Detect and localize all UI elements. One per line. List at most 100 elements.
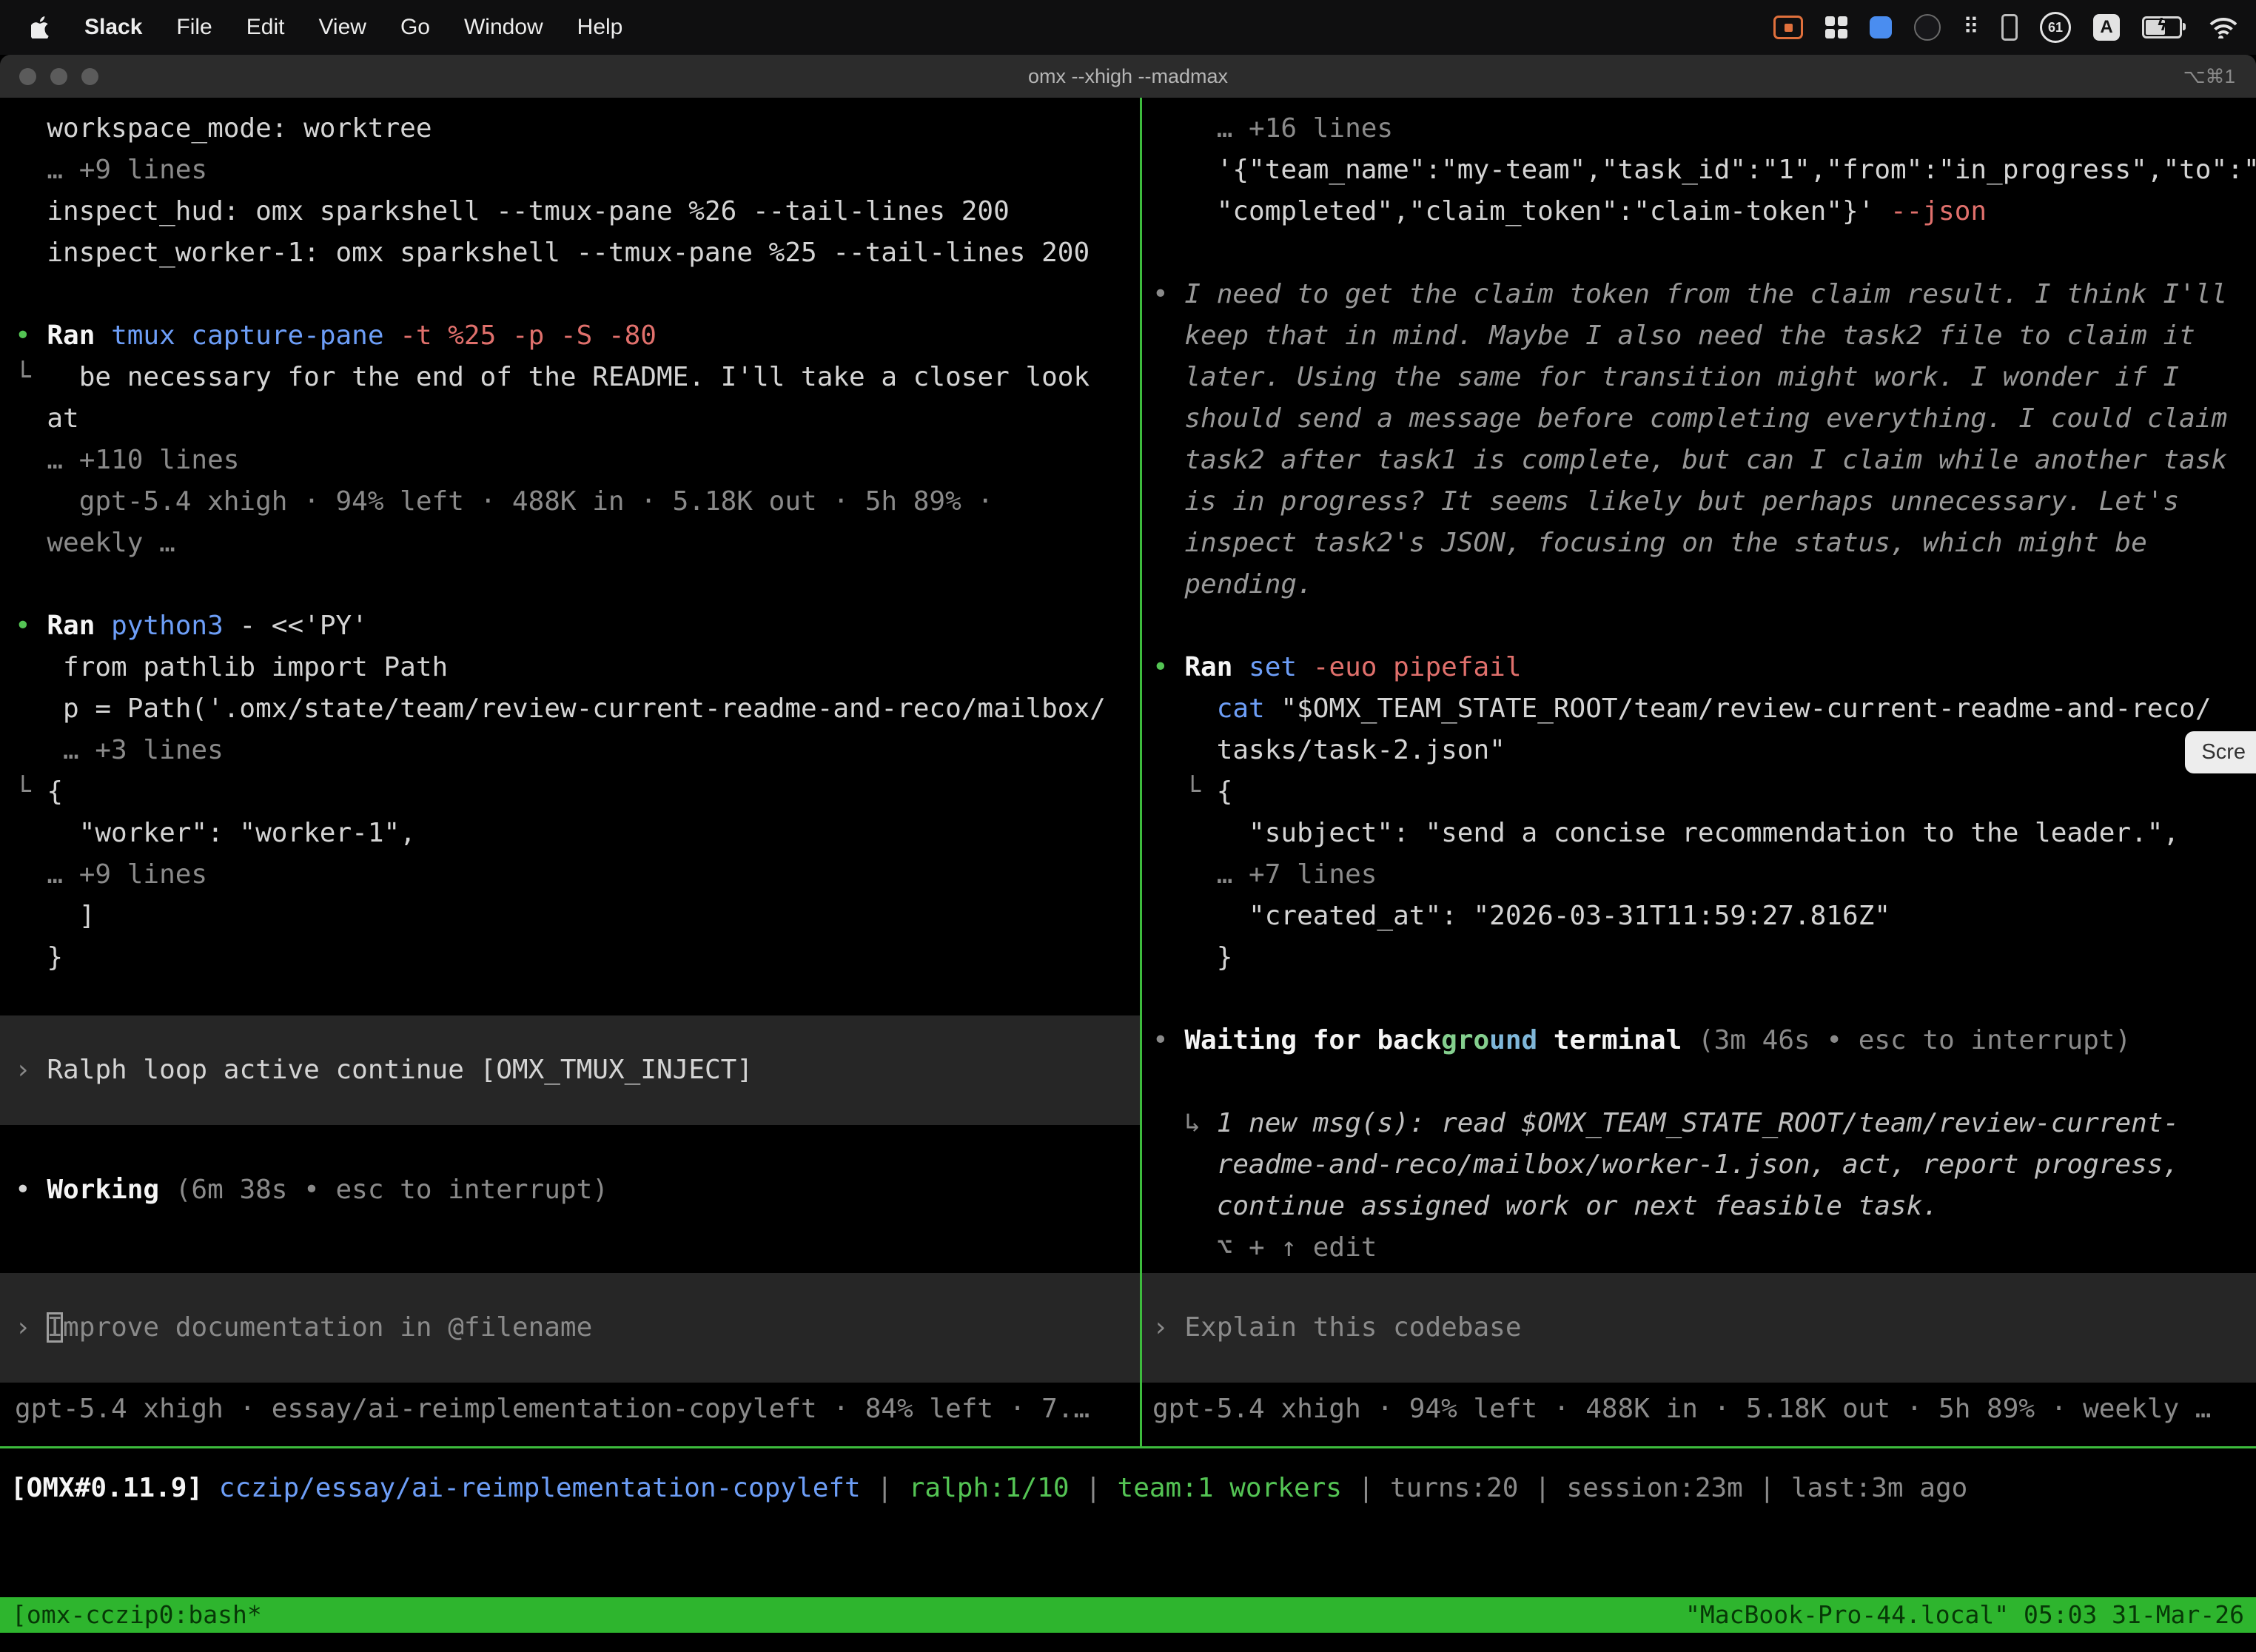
terminal-line: '{"team_name":"my-team","task_id":"1","f… — [1152, 150, 2256, 191]
text-segment: last:3m ago — [1791, 1473, 1967, 1503]
omx-status-line: [OMX#0.11.9] cczip/essay/ai-reimplementa… — [10, 1468, 2256, 1509]
tmux-panes: workspace_mode: worktree … +9 lines insp… — [0, 98, 2256, 1446]
omx-status-pane: [OMX#0.11.9] cczip/essay/ai-reimplementa… — [0, 1446, 2256, 1597]
grid-icon[interactable] — [1825, 16, 1847, 38]
terminal-line: └ { — [1152, 771, 2256, 813]
text-segment: session:23m — [1566, 1473, 1742, 1503]
menu-bar: Slack File Edit View Go Window Help ⠿ 61… — [0, 0, 2256, 55]
apple-logo-icon — [31, 16, 50, 38]
window-title-bar[interactable]: omx --xhigh --madmax ⌥⌘1 — [0, 55, 2256, 98]
composer-input-left[interactable]: › Improve documentation in @filename — [0, 1273, 1140, 1383]
text-segment: I — [47, 1312, 63, 1343]
app-menu-slack[interactable]: Slack — [84, 15, 142, 40]
text-segment: -euo pipefail — [1297, 652, 1521, 682]
text-segment: • — [15, 320, 47, 351]
minimize-button[interactable] — [50, 68, 67, 85]
text-segment: [OMX#0.11.9] — [10, 1473, 219, 1503]
text-segment: | — [1342, 1473, 1390, 1503]
text-segment: Ran — [47, 320, 111, 351]
text-segment: -t %25 -p -S -80 — [400, 320, 657, 351]
text-segment: mprove documentation in @filename — [63, 1312, 592, 1343]
wifi-icon[interactable] — [2204, 16, 2237, 38]
text-segment: ⌥ + ↑ edit — [1152, 1232, 1377, 1263]
text-segment: … +110 lines — [15, 445, 239, 475]
text-segment: | — [861, 1473, 909, 1503]
text-segment: … +7 lines — [1152, 859, 1377, 890]
text-segment: tasks/task-2.json" — [1152, 735, 1505, 765]
badge-61-icon[interactable]: 61 — [2040, 12, 2071, 43]
zoom-button[interactable] — [81, 68, 98, 85]
text-segment: └ — [15, 362, 47, 392]
terminal-line: … +9 lines — [15, 150, 1140, 191]
terminal-line — [15, 564, 1140, 605]
text-segment: gpt-5.4 xhigh · 94% left · 488K in · 5.1… — [1152, 1394, 2211, 1424]
screen-recording-icon[interactable] — [1773, 16, 1803, 39]
terminal-line — [1152, 1061, 2256, 1103]
text-segment: Ran — [47, 611, 111, 641]
terminal-line: p = Path('.omx/state/team/review-current… — [15, 688, 1140, 730]
text-segment: • — [1152, 652, 1184, 682]
text-segment: und — [1489, 1025, 1537, 1055]
text-segment: | — [1070, 1473, 1118, 1503]
terminal-line: • Waiting for background terminal (3m 46… — [1152, 1020, 2256, 1061]
text-segment: Waiting for back — [1184, 1025, 1441, 1055]
text-segment: ↳ — [1152, 1108, 1217, 1138]
dark-circle-app-icon[interactable] — [1914, 14, 1941, 41]
terminal-line — [1152, 978, 2256, 1020]
text-segment: python3 — [111, 611, 224, 641]
device-icon[interactable] — [2001, 14, 2018, 41]
terminal-line: … +3 lines — [15, 730, 1140, 771]
text-segment: Explain this codebase — [1184, 1312, 1521, 1343]
text-segment: cczip/essay/ai-reimplementation-copyleft — [219, 1473, 861, 1503]
terminal: workspace_mode: worktree … +9 lines insp… — [0, 98, 2256, 1652]
window-shortcut: ⌥⌘1 — [2183, 65, 2235, 88]
dots-grid-icon[interactable]: ⠿ — [1963, 16, 1979, 38]
text-segment: | — [1743, 1473, 1791, 1503]
text-segment: • — [1152, 279, 1184, 309]
text-segment: › — [15, 1055, 47, 1085]
text-segment: set — [1249, 652, 1297, 682]
text-segment: turns:20 — [1390, 1473, 1518, 1503]
text-segment: p = Path('.omx/state/team/review-current… — [15, 694, 1106, 724]
terminal-line: ⌥ + ↑ edit — [1152, 1227, 2256, 1269]
right-pane[interactable]: … +16 lines '{"team_name":"my-team","tas… — [1142, 98, 2256, 1446]
text-segment: Ran — [1184, 652, 1249, 682]
terminal-line — [15, 274, 1140, 315]
terminal-line: … +7 lines — [1152, 854, 2256, 896]
terminal-line: └ be necessary for the end of the README… — [15, 357, 1140, 398]
terminal-line: … +110 lines — [15, 440, 1140, 481]
terminal-line: "completed","claim_token":"claim-token"}… — [1152, 191, 2256, 232]
terminal-line: ] — [15, 896, 1140, 937]
input-source-icon[interactable]: A — [2093, 14, 2120, 41]
terminal-line: readme-and-reco/mailbox/worker-1.json, a… — [1152, 1144, 2256, 1186]
terminal-line: "worker": "worker-1", — [15, 813, 1140, 854]
model-footer-line: gpt-5.4 xhigh · essay/ai-reimplementatio… — [15, 1389, 1140, 1430]
text-segment — [1152, 694, 1217, 724]
ralph-loop-banner: › Ralph loop active continue [OMX_TMUX_I… — [0, 1015, 1140, 1125]
composer-input-right[interactable]: › Explain this codebase — [1142, 1273, 2256, 1383]
menu-go[interactable]: Go — [400, 15, 430, 40]
menu-file[interactable]: File — [176, 15, 212, 40]
left-pane[interactable]: workspace_mode: worktree … +9 lines insp… — [0, 98, 1140, 1446]
terminal-line: continue assigned work or next feasible … — [1152, 1186, 2256, 1227]
battery-icon[interactable]: ϟ — [2142, 16, 2182, 38]
text-segment: continue assigned work or next feasible … — [1152, 1191, 1938, 1221]
close-button[interactable] — [19, 68, 36, 85]
menu-window[interactable]: Window — [464, 15, 543, 40]
menu-view[interactable]: View — [318, 15, 366, 40]
menu-edit[interactable]: Edit — [246, 15, 285, 40]
text-segment: weekly … — [15, 528, 175, 558]
band-line: › Explain this codebase — [1152, 1307, 2256, 1349]
text-segment: --json — [1890, 196, 1987, 226]
text-segment: 1 new msg(s): read $OMX_TEAM_STATE_ROOT/… — [1217, 1108, 2179, 1138]
text-segment: … +16 lines — [1152, 113, 1393, 144]
terminal-line: from pathlib import Path — [15, 647, 1140, 688]
text-segment: '{"team_name":"my-team","task_id":"1","f… — [1152, 155, 2256, 185]
menu-help[interactable]: Help — [577, 15, 623, 40]
text-segment: • — [15, 1175, 47, 1205]
apple-menu[interactable] — [31, 16, 50, 38]
menu-status-icons: ⠿ 61 A ϟ — [1773, 12, 2237, 43]
working-status-line: • Working (6m 38s • esc to interrupt) — [15, 1169, 1140, 1211]
blue-app-icon[interactable] — [1870, 16, 1892, 38]
text-segment: { — [47, 776, 63, 807]
